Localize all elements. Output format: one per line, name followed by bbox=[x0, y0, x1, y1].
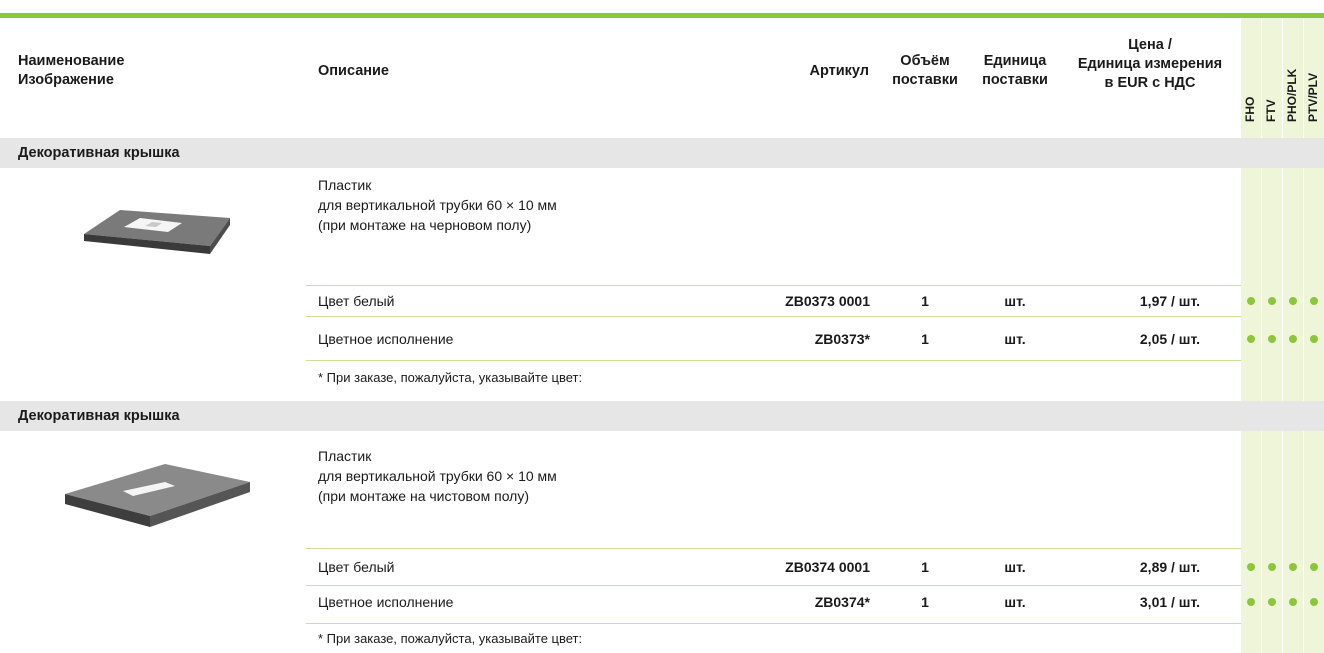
top-accent-bar bbox=[0, 13, 1324, 18]
header-article: Артикул bbox=[809, 63, 870, 79]
row-volume: 1 bbox=[921, 293, 929, 309]
header-compat-pho-plk: PHO/PLK bbox=[1285, 68, 1299, 122]
compat-dot bbox=[1268, 297, 1276, 305]
header-compat-ptv-plv: PTV/PLV bbox=[1306, 72, 1320, 122]
section-header: Декоративная крышка bbox=[0, 401, 1324, 431]
compat-dot bbox=[1310, 598, 1318, 606]
compatibility-divider bbox=[1303, 18, 1304, 653]
compat-dot bbox=[1268, 335, 1276, 343]
header-name-label: Наименование bbox=[18, 53, 125, 69]
row-article: ZB0373 0001 bbox=[785, 293, 870, 309]
compat-dot bbox=[1247, 297, 1255, 305]
compat-dot bbox=[1310, 563, 1318, 571]
compat-dot bbox=[1289, 335, 1297, 343]
compat-dot bbox=[1268, 563, 1276, 571]
row-volume: 1 bbox=[921, 594, 929, 610]
row-article: ZB0374* bbox=[814, 594, 870, 610]
order-note: * При заказе, пожалуйста, указывайте цве… bbox=[318, 370, 583, 385]
compat-dot bbox=[1289, 563, 1297, 571]
row-article: ZB0374 0001 bbox=[785, 559, 870, 575]
compat-dot bbox=[1247, 335, 1255, 343]
row-description: Цвет белый bbox=[318, 559, 395, 575]
row-price: 2,05 / шт. bbox=[1139, 331, 1200, 347]
header-compat-ftv: FTV bbox=[1264, 99, 1278, 122]
compat-dot bbox=[1310, 297, 1318, 305]
product-image-decor-cover-rough bbox=[62, 196, 252, 286]
order-note: * При заказе, пожалуйста, указывайте цве… bbox=[318, 631, 583, 646]
header-volume: Объём поставки bbox=[892, 53, 958, 88]
compat-dot bbox=[1289, 598, 1297, 606]
compat-dot bbox=[1310, 335, 1318, 343]
row-article: ZB0373* bbox=[814, 331, 870, 347]
row-unit: шт. bbox=[1004, 293, 1026, 309]
row-description: Цветное исполнение bbox=[318, 331, 454, 347]
row-unit: шт. bbox=[1004, 331, 1026, 347]
section-title: Декоративная крышка bbox=[18, 408, 180, 424]
section-header: Декоративная крышка bbox=[0, 138, 1324, 168]
row-description: Цвет белый bbox=[318, 293, 395, 309]
section-title: Декоративная крышка bbox=[18, 145, 180, 161]
row-divider bbox=[306, 623, 1241, 624]
row-description: Цветное исполнение bbox=[318, 594, 454, 610]
product-image-decor-cover-finished bbox=[55, 452, 250, 542]
row-price: 1,97 / шт. bbox=[1139, 293, 1200, 309]
row-unit: шт. bbox=[1004, 594, 1026, 610]
compat-dot bbox=[1247, 563, 1255, 571]
header-name-image: Наименование Изображение bbox=[18, 52, 124, 90]
row-divider bbox=[306, 548, 1241, 549]
row-price: 3,01 / шт. bbox=[1139, 594, 1200, 610]
compat-dot bbox=[1268, 598, 1276, 606]
row-unit: шт. bbox=[1004, 559, 1026, 575]
row-volume: 1 bbox=[921, 559, 929, 575]
header-description: Описание bbox=[318, 63, 389, 79]
compat-dot bbox=[1289, 297, 1297, 305]
row-price: 2,89 / шт. bbox=[1139, 559, 1200, 575]
row-divider bbox=[306, 360, 1241, 361]
row-divider bbox=[306, 316, 1241, 317]
header-unit: Единица поставки bbox=[982, 53, 1048, 88]
compatibility-divider bbox=[1261, 18, 1262, 653]
compatibility-divider bbox=[1282, 18, 1283, 653]
header-image-label: Изображение bbox=[18, 72, 114, 88]
row-volume: 1 bbox=[921, 331, 929, 347]
product-description: Пластик для вертикальной трубки 60 × 10 … bbox=[318, 448, 557, 504]
row-divider bbox=[306, 285, 1241, 286]
row-divider bbox=[306, 585, 1241, 586]
product-description: Пластик для вертикальной трубки 60 × 10 … bbox=[318, 177, 557, 233]
compat-dot bbox=[1247, 598, 1255, 606]
header-price: Цена / Единица измерения в EUR с НДС bbox=[1077, 37, 1223, 91]
header-compat-fho: FHO bbox=[1243, 96, 1257, 122]
